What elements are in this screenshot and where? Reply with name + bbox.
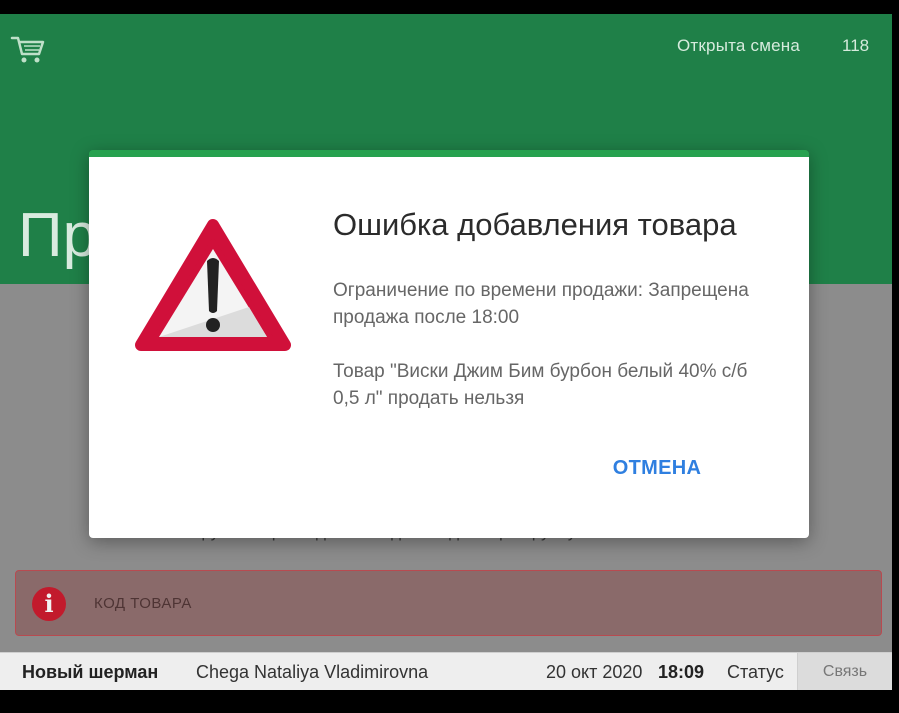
store-name: Новый шерман bbox=[22, 662, 159, 682]
warning-triangle-icon bbox=[135, 219, 291, 351]
current-time: 18:09 bbox=[658, 662, 705, 682]
shopping-cart-icon[interactable] bbox=[10, 34, 46, 64]
error-dialog: Ошибка добавления товара Ограничение по … bbox=[89, 150, 809, 538]
info-circle-icon: i bbox=[32, 587, 66, 621]
current-date: 20 окт 2020 bbox=[546, 662, 643, 682]
shift-status: Открыта смена bbox=[677, 36, 800, 55]
connection-button[interactable]: Связь bbox=[797, 653, 892, 690]
product-code-placeholder: КОД ТОВАРА bbox=[94, 595, 192, 612]
status-bar: Новый шерман Chega Nataliya Vladimirovna… bbox=[0, 652, 892, 690]
status-button[interactable]: Статус bbox=[727, 662, 784, 683]
product-block-message: Товар "Виски Джим Бим бурбон белый 40% с… bbox=[333, 361, 748, 409]
app-screen: Открыта смена 118 Пр отсканируйте штрихк… bbox=[0, 14, 892, 690]
dialog-message: Ограничение по времени продажи: Запрещен… bbox=[333, 277, 773, 439]
dialog-title: Ошибка добавления товара bbox=[333, 207, 737, 242]
cashier-name: Chega Nataliya Vladimirovna bbox=[196, 662, 429, 682]
time-restriction-message: Ограничение по времени продажи: Запрещен… bbox=[333, 280, 749, 328]
cancel-button[interactable]: ОТМЕНА bbox=[604, 445, 710, 491]
shift-number: 118 bbox=[842, 36, 870, 55]
product-code-field[interactable]: i КОД ТОВАРА bbox=[15, 570, 882, 636]
page-title: Пр bbox=[18, 201, 98, 270]
